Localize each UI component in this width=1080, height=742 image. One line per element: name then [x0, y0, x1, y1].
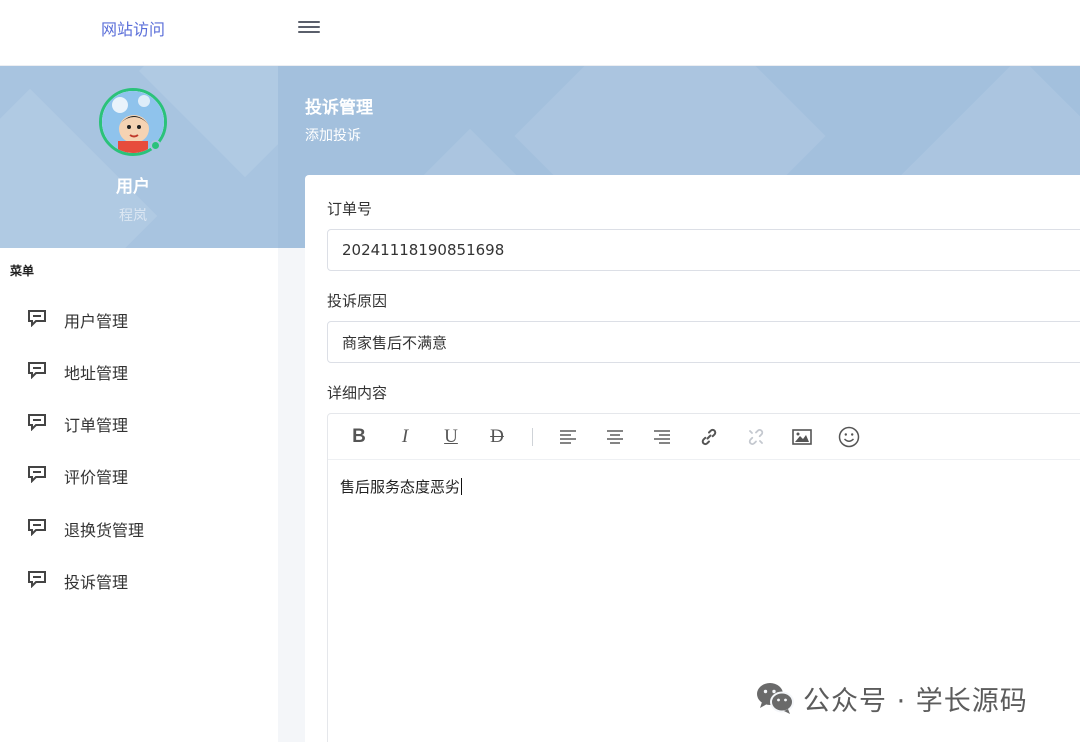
sidebar: 菜单 用户管理 地址管理 订单管理 评价管理 退换货管理 投诉管理 [0, 248, 278, 742]
watermark-text: 公众号 · 学长源码 [803, 685, 1028, 717]
watermark: 公众号 · 学长源码 [755, 680, 1028, 717]
insert-link-button[interactable] [698, 426, 720, 448]
editor-toolbar: B I U D [328, 414, 1080, 460]
order-number-input[interactable] [327, 229, 1080, 271]
editor-text: 售后服务态度恶劣 [340, 478, 461, 496]
align-center-button[interactable] [604, 426, 626, 448]
user-profile: 用户 程岚 [0, 66, 278, 248]
unlink-button[interactable] [745, 426, 767, 448]
underline-button[interactable]: U [440, 426, 462, 448]
menu-toggle-icon[interactable] [298, 18, 320, 36]
comment-icon [28, 571, 46, 588]
strikethrough-button[interactable]: D [486, 426, 508, 448]
text-caret [461, 478, 463, 495]
sidebar-item-review-management[interactable]: 评价管理 [0, 454, 278, 494]
image-icon [792, 429, 812, 445]
page-title: 投诉管理 [305, 98, 373, 118]
link-icon [701, 428, 717, 446]
align-right-icon [654, 430, 670, 444]
sidebar-item-address-management[interactable]: 地址管理 [0, 350, 278, 390]
sidebar-item-label: 地址管理 [64, 364, 129, 383]
user-name: 程岚 [119, 208, 147, 224]
sidebar-item-order-management[interactable]: 订单管理 [0, 402, 278, 442]
align-right-button[interactable] [651, 426, 673, 448]
italic-button[interactable]: I [394, 426, 416, 448]
strikethrough-icon: D [490, 426, 504, 447]
user-role: 用户 [116, 177, 150, 197]
complaint-form-card: 订单号 投诉原因 详细内容 B I U D [305, 175, 1080, 742]
menu-heading: 菜单 [10, 264, 35, 278]
wechat-icon [757, 683, 794, 714]
insert-image-button[interactable] [791, 426, 813, 448]
unlink-icon [748, 429, 764, 445]
align-center-icon [607, 430, 623, 444]
insert-emoji-button[interactable] [838, 426, 860, 448]
emoji-icon [838, 426, 860, 448]
sidebar-item-label: 用户管理 [64, 312, 129, 331]
sidebar-item-label: 投诉管理 [64, 573, 129, 592]
align-left-icon [560, 430, 576, 444]
bold-icon: B [352, 426, 366, 447]
sidebar-item-user-management[interactable]: 用户管理 [0, 298, 278, 338]
page-subtitle: 添加投诉 [305, 128, 361, 144]
site-visit-link[interactable]: 网站访问 [101, 16, 165, 40]
align-left-button[interactable] [557, 426, 579, 448]
complaint-reason-label: 投诉原因 [327, 292, 388, 310]
comment-icon [28, 519, 46, 536]
editor-content[interactable]: 售后服务态度恶劣 [340, 476, 463, 497]
detail-content-label: 详细内容 [327, 384, 388, 402]
toolbar-divider [532, 428, 533, 446]
top-bar: 网站访问 [0, 0, 1080, 66]
sidebar-item-complaint-management[interactable]: 投诉管理 [0, 559, 278, 599]
comment-icon [28, 362, 46, 379]
comment-icon [28, 466, 46, 483]
italic-icon: I [401, 426, 409, 447]
online-status-dot [150, 140, 161, 151]
sidebar-item-label: 退换货管理 [64, 521, 145, 540]
bold-button[interactable]: B [348, 426, 370, 448]
underline-icon: U [444, 426, 458, 447]
complaint-reason-input[interactable] [327, 321, 1080, 363]
comment-icon [28, 310, 46, 327]
sidebar-item-return-management[interactable]: 退换货管理 [0, 507, 278, 547]
sidebar-item-label: 订单管理 [64, 416, 129, 435]
order-number-label: 订单号 [327, 200, 373, 218]
sidebar-item-label: 评价管理 [64, 468, 129, 487]
comment-icon [28, 414, 46, 431]
